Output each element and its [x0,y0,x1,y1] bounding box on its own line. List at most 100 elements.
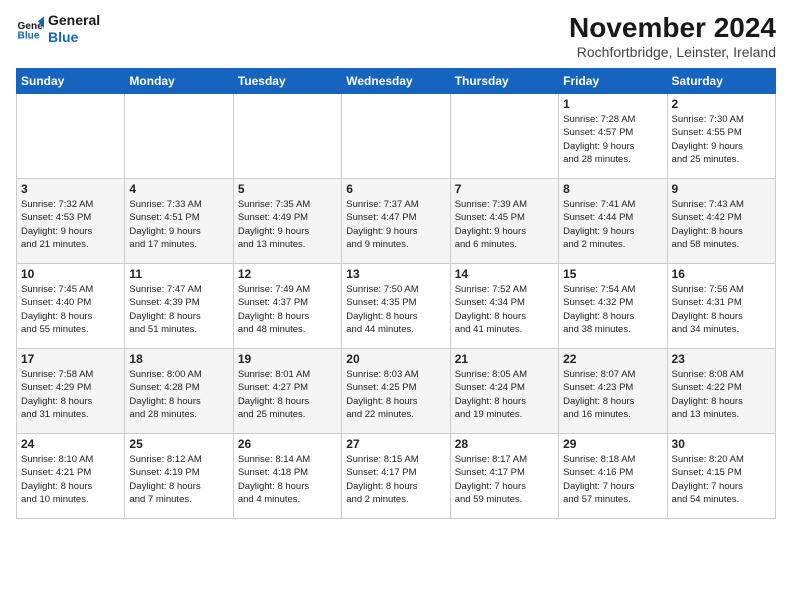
day-info: Sunrise: 8:17 AM Sunset: 4:17 PM Dayligh… [455,453,554,506]
day-number: 24 [21,437,120,451]
logo-line1: General [48,12,100,29]
day-info: Sunrise: 8:01 AM Sunset: 4:27 PM Dayligh… [238,368,337,421]
day-number: 6 [346,182,445,196]
day-info: Sunrise: 7:33 AM Sunset: 4:51 PM Dayligh… [129,198,228,251]
day-info: Sunrise: 7:28 AM Sunset: 4:57 PM Dayligh… [563,113,662,166]
day-number: 27 [346,437,445,451]
svg-text:Blue: Blue [18,30,40,41]
day-info: Sunrise: 8:20 AM Sunset: 4:15 PM Dayligh… [672,453,771,506]
day-info: Sunrise: 8:00 AM Sunset: 4:28 PM Dayligh… [129,368,228,421]
table-row: 16Sunrise: 7:56 AM Sunset: 4:31 PM Dayli… [667,264,775,349]
calendar-week-2: 3 Sunrise: 7:32 AM Sunset: 4:53 PM Daylig… [17,179,776,264]
calendar-week-5: 24 Sunrise: 8:10 AM Sunset: 4:21 PM Dayli… [17,434,776,519]
table-row: 2 Sunrise: 7:30 AM Sunset: 4:55 PM Daylig… [667,94,775,179]
table-row: 9 Sunrise: 7:43 AM Sunset: 4:42 PM Daylig… [667,179,775,264]
day-info: Sunrise: 7:52 AM Sunset: 4:34 PM Dayligh… [455,283,554,336]
table-row: 5Sunrise: 7:35 AM Sunset: 4:49 PM Daylig… [233,179,341,264]
col-tuesday: Tuesday [233,69,341,94]
day-number: 1 [563,97,662,111]
col-wednesday: Wednesday [342,69,450,94]
calendar-week-4: 17 Sunrise: 7:58 AM Sunset: 4:29 PM Dayli… [17,349,776,434]
table-row: 4 Sunrise: 7:33 AM Sunset: 4:51 PM Daylig… [125,179,233,264]
day-number: 11 [129,267,228,281]
table-row: 10 Sunrise: 7:45 AM Sunset: 4:40 PM Dayli… [17,264,125,349]
day-info: Sunrise: 8:05 AM Sunset: 4:24 PM Dayligh… [455,368,554,421]
col-friday: Friday [559,69,667,94]
calendar-week-3: 10 Sunrise: 7:45 AM Sunset: 4:40 PM Dayli… [17,264,776,349]
logo: General Blue General Blue [16,12,100,46]
table-row: 29Sunrise: 8:18 AM Sunset: 4:16 PM Dayli… [559,434,667,519]
day-number: 8 [563,182,662,196]
day-info: Sunrise: 7:54 AM Sunset: 4:32 PM Dayligh… [563,283,662,336]
col-sunday: Sunday [17,69,125,94]
day-info: Sunrise: 8:14 AM Sunset: 4:18 PM Dayligh… [238,453,337,506]
day-number: 19 [238,352,337,366]
table-row: 17 Sunrise: 7:58 AM Sunset: 4:29 PM Dayli… [17,349,125,434]
day-info: Sunrise: 7:30 AM Sunset: 4:55 PM Dayligh… [672,113,771,166]
day-info: Sunrise: 7:32 AM Sunset: 4:53 PM Dayligh… [21,198,120,251]
table-row: 23Sunrise: 8:08 AM Sunset: 4:22 PM Dayli… [667,349,775,434]
day-number: 14 [455,267,554,281]
table-row: 28 Sunrise: 8:17 AM Sunset: 4:17 PM Dayli… [450,434,558,519]
title-area: November 2024 Rochfortbridge, Leinster, … [569,12,776,60]
day-number: 28 [455,437,554,451]
table-row: 19 Sunrise: 8:01 AM Sunset: 4:27 PM Dayli… [233,349,341,434]
day-info: Sunrise: 8:07 AM Sunset: 4:23 PM Dayligh… [563,368,662,421]
day-info: Sunrise: 7:49 AM Sunset: 4:37 PM Dayligh… [238,283,337,336]
day-number: 7 [455,182,554,196]
day-info: Sunrise: 7:47 AM Sunset: 4:39 PM Dayligh… [129,283,228,336]
table-row: 13 Sunrise: 7:50 AM Sunset: 4:35 PM Dayli… [342,264,450,349]
day-info: Sunrise: 7:45 AM Sunset: 4:40 PM Dayligh… [21,283,120,336]
table-row: 25Sunrise: 8:12 AM Sunset: 4:19 PM Dayli… [125,434,233,519]
col-saturday: Saturday [667,69,775,94]
day-number: 9 [672,182,771,196]
day-number: 26 [238,437,337,451]
day-number: 13 [346,267,445,281]
day-info: Sunrise: 7:56 AM Sunset: 4:31 PM Dayligh… [672,283,771,336]
day-info: Sunrise: 7:37 AM Sunset: 4:47 PM Dayligh… [346,198,445,251]
day-number: 10 [21,267,120,281]
page: General Blue General Blue November 2024 … [0,0,792,612]
header: General Blue General Blue November 2024 … [16,12,776,60]
day-number: 15 [563,267,662,281]
day-number: 17 [21,352,120,366]
day-number: 12 [238,267,337,281]
table-row: 26 Sunrise: 8:14 AM Sunset: 4:18 PM Dayli… [233,434,341,519]
table-row: 15 Sunrise: 7:54 AM Sunset: 4:32 PM Dayli… [559,264,667,349]
table-row: 30 Sunrise: 8:20 AM Sunset: 4:15 PM Dayli… [667,434,775,519]
day-number: 22 [563,352,662,366]
day-number: 30 [672,437,771,451]
table-row [17,94,125,179]
day-info: Sunrise: 8:08 AM Sunset: 4:22 PM Dayligh… [672,368,771,421]
table-row: 12 Sunrise: 7:49 AM Sunset: 4:37 PM Dayli… [233,264,341,349]
logo-line2: Blue [48,29,100,46]
logo-icon: General Blue [16,15,44,43]
table-row: 20Sunrise: 8:03 AM Sunset: 4:25 PM Dayli… [342,349,450,434]
table-row: 21 Sunrise: 8:05 AM Sunset: 4:24 PM Dayli… [450,349,558,434]
day-info: Sunrise: 8:10 AM Sunset: 4:21 PM Dayligh… [21,453,120,506]
day-number: 3 [21,182,120,196]
day-number: 2 [672,97,771,111]
table-row: 22 Sunrise: 8:07 AM Sunset: 4:23 PM Dayli… [559,349,667,434]
table-row: 7 Sunrise: 7:39 AM Sunset: 4:45 PM Daylig… [450,179,558,264]
table-row: 14 Sunrise: 7:52 AM Sunset: 4:34 PM Dayli… [450,264,558,349]
day-number: 21 [455,352,554,366]
day-info: Sunrise: 7:58 AM Sunset: 4:29 PM Dayligh… [21,368,120,421]
table-row: 11 Sunrise: 7:47 AM Sunset: 4:39 PM Dayli… [125,264,233,349]
table-row: 6 Sunrise: 7:37 AM Sunset: 4:47 PM Daylig… [342,179,450,264]
table-row [342,94,450,179]
day-number: 5 [238,182,337,196]
calendar-header-row: Sunday Monday Tuesday Wednesday Thursday… [17,69,776,94]
day-info: Sunrise: 7:39 AM Sunset: 4:45 PM Dayligh… [455,198,554,251]
day-number: 4 [129,182,228,196]
col-monday: Monday [125,69,233,94]
table-row: 18Sunrise: 8:00 AM Sunset: 4:28 PM Dayli… [125,349,233,434]
table-row [125,94,233,179]
location: Rochfortbridge, Leinster, Ireland [569,44,776,60]
day-info: Sunrise: 8:03 AM Sunset: 4:25 PM Dayligh… [346,368,445,421]
table-row [450,94,558,179]
day-info: Sunrise: 7:50 AM Sunset: 4:35 PM Dayligh… [346,283,445,336]
table-row [233,94,341,179]
table-row: 27Sunrise: 8:15 AM Sunset: 4:17 PM Dayli… [342,434,450,519]
day-info: Sunrise: 7:43 AM Sunset: 4:42 PM Dayligh… [672,198,771,251]
